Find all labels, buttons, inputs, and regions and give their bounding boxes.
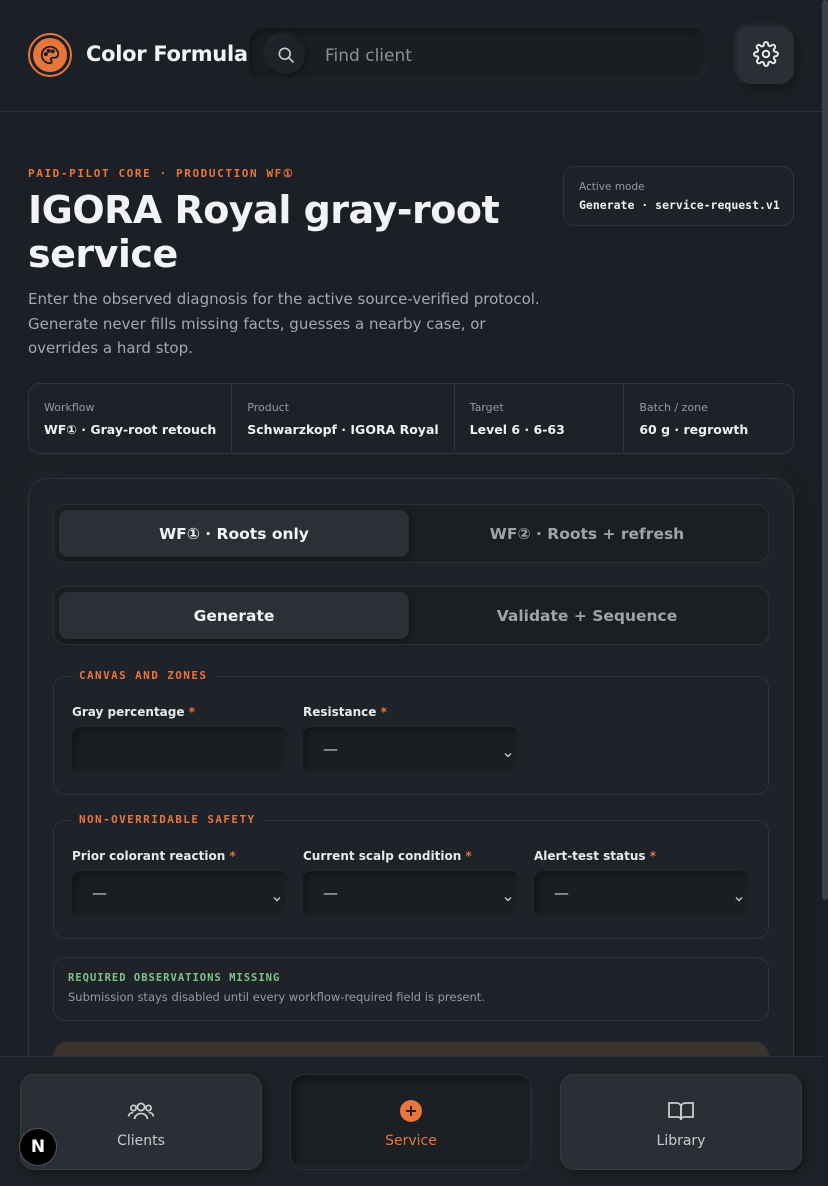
- nav-clients[interactable]: Clients: [20, 1074, 262, 1170]
- prior-reaction-value: —: [92, 884, 107, 902]
- active-mode-card: Active mode Generate · service-request.v…: [563, 166, 794, 226]
- alert-test-value: —: [554, 884, 569, 902]
- required-marker: *: [188, 705, 195, 719]
- search-icon[interactable]: [267, 36, 305, 74]
- nav-library[interactable]: Library: [560, 1074, 802, 1170]
- resistance-select[interactable]: —: [303, 727, 519, 773]
- active-mode-label: Active mode: [579, 181, 645, 193]
- summary-value: 60 g · regrowth: [639, 422, 749, 437]
- required-marker: *: [380, 705, 387, 719]
- page-scrollbar[interactable]: [822, 0, 828, 900]
- safety-section: NON-OVERRIDABLE SAFETY Prior colorant re…: [53, 813, 769, 939]
- canvas-zones-section: CANVAS AND ZONES Gray percentage * Resis…: [53, 669, 769, 795]
- section-legend: NON-OVERRIDABLE SAFETY: [71, 813, 264, 826]
- workflow-option-roots-only[interactable]: WF① · Roots only: [59, 510, 409, 557]
- chevron-down-icon: [503, 745, 513, 764]
- alert-test-select[interactable]: —: [534, 871, 750, 917]
- palette-logo-icon[interactable]: [28, 33, 72, 77]
- client-search: [249, 28, 707, 84]
- chevron-down-icon: [272, 889, 282, 908]
- summary-value: Schwarzkopf · IGORA Royal: [247, 422, 439, 437]
- summary-label: Product: [247, 401, 290, 414]
- settings-button[interactable]: [737, 27, 794, 84]
- summary-product: Product Schwarzkopf · IGORA Royal: [232, 384, 455, 453]
- book-icon: [666, 1097, 696, 1125]
- summary-label: Workflow: [44, 401, 95, 414]
- search-input[interactable]: [323, 28, 687, 84]
- required-marker: *: [465, 849, 472, 863]
- service-form-panel: WF① · Roots only WF② · Roots + refresh G…: [28, 478, 794, 1098]
- app-header: Color Formula: [0, 0, 822, 112]
- nav-service[interactable]: Service: [290, 1074, 532, 1170]
- nav-label: Library: [656, 1133, 706, 1149]
- required-marker: *: [649, 849, 656, 863]
- eyebrow-label: PAID-PILOT CORE · PRODUCTION WF①: [28, 167, 295, 180]
- app-title: Color Formula: [86, 42, 248, 66]
- notice-title: REQUIRED OBSERVATIONS MISSING: [68, 972, 281, 984]
- nav-label: Service: [385, 1133, 437, 1149]
- summary-workflow: Workflow WF① · Gray-root retouch: [29, 384, 233, 453]
- field-label-text: Gray percentage: [72, 705, 185, 719]
- scalp-condition-value: —: [323, 884, 338, 902]
- scalp-condition-label: Current scalp condition *: [303, 849, 472, 863]
- protocol-summary: Workflow WF① · Gray-root retouch Product…: [28, 383, 794, 454]
- missing-observations-notice: REQUIRED OBSERVATIONS MISSING Submission…: [53, 957, 769, 1021]
- notice-text: Submission stays disabled until every wo…: [68, 990, 485, 1004]
- active-mode-value: Generate · service-request.v1: [579, 198, 780, 212]
- required-marker: *: [229, 849, 236, 863]
- users-icon: [126, 1097, 156, 1125]
- resistance-value: —: [323, 740, 338, 758]
- page-title: IGORA Royal gray-root service: [28, 188, 500, 276]
- section-legend: CANVAS AND ZONES: [71, 669, 216, 682]
- alert-test-label: Alert-test status *: [534, 849, 656, 863]
- summary-label: Batch / zone: [639, 401, 708, 414]
- scalp-condition-select[interactable]: —: [303, 871, 519, 917]
- summary-label: Target: [469, 401, 504, 414]
- gray-percentage-label: Gray percentage *: [72, 705, 195, 719]
- resistance-label: Resistance *: [303, 705, 387, 719]
- summary-value: Level 6 · 6-63: [469, 422, 565, 437]
- summary-target: Target Level 6 · 6-63: [455, 384, 625, 453]
- plus-circle-icon: [396, 1097, 426, 1125]
- workflow-option-roots-refresh[interactable]: WF② · Roots + refresh: [412, 510, 762, 557]
- gear-icon: [752, 40, 779, 71]
- prior-reaction-select[interactable]: —: [72, 871, 288, 917]
- nav-label: Clients: [117, 1133, 165, 1149]
- dev-badge[interactable]: N: [19, 1128, 57, 1166]
- mode-option-generate[interactable]: Generate: [59, 592, 409, 639]
- mode-toggle: Generate Validate + Sequence: [53, 586, 769, 645]
- chevron-down-icon: [734, 889, 744, 908]
- gray-percentage-input[interactable]: [72, 727, 288, 773]
- page-description: Enter the observed diagnosis for the act…: [28, 290, 540, 357]
- mode-option-validate[interactable]: Validate + Sequence: [412, 592, 762, 639]
- summary-value: WF① · Gray-root retouch: [44, 422, 217, 437]
- bottom-navigation: Clients Service Library: [0, 1056, 822, 1186]
- field-label-text: Prior colorant reaction: [72, 849, 226, 863]
- field-label-text: Alert-test status: [534, 849, 646, 863]
- workflow-toggle: WF① · Roots only WF② · Roots + refresh: [53, 504, 769, 563]
- field-label-text: Resistance: [303, 705, 377, 719]
- chevron-down-icon: [503, 889, 513, 908]
- field-label-text: Current scalp condition: [303, 849, 462, 863]
- summary-batch: Batch / zone 60 g · regrowth: [624, 384, 793, 453]
- prior-reaction-label: Prior colorant reaction *: [72, 849, 236, 863]
